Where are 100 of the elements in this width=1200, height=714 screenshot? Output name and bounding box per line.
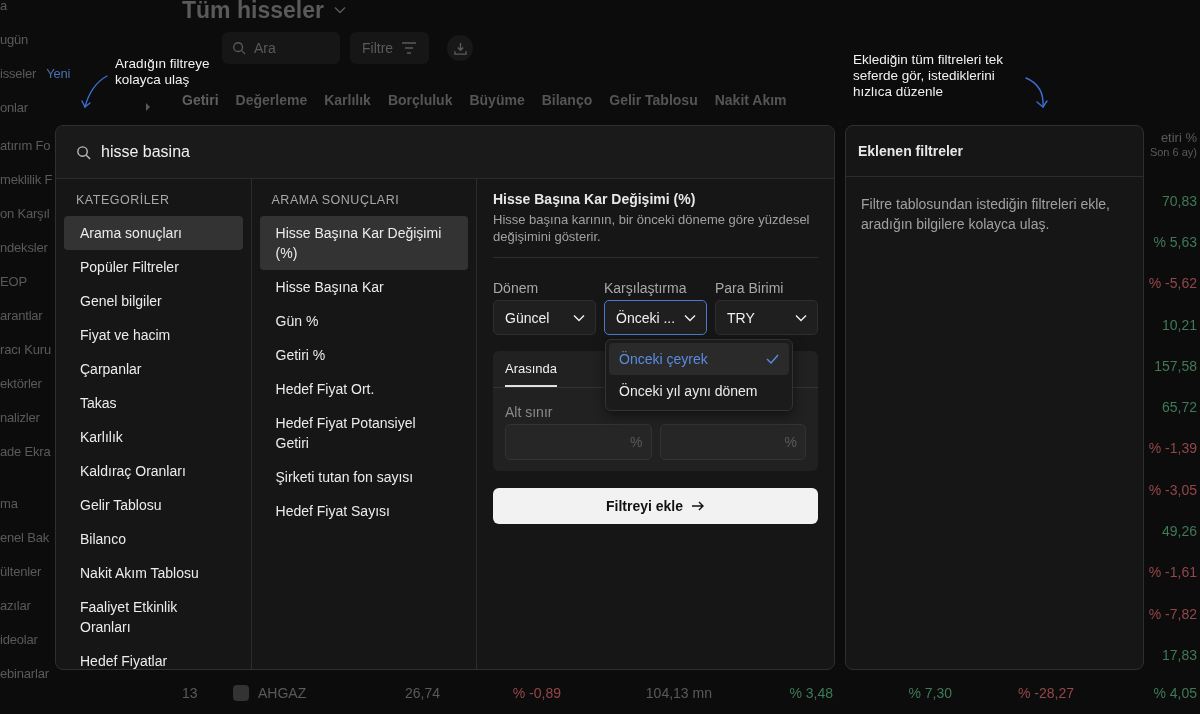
filter-description: Hisse başına karının, bir önceki döneme göre yüzdesel değişimini gösterir. — [493, 211, 818, 258]
search-field[interactable]: hisse basina — [101, 143, 701, 161]
tab[interactable]: Borçluluk — [387, 92, 453, 108]
select-field[interactable]: Güncel — [493, 300, 596, 335]
result-item[interactable]: Hedef Fiyat Ort. — [259, 372, 468, 406]
stock-logo-icon — [233, 684, 249, 701]
sidebar-item[interactable]: isseler — [0, 65, 37, 81]
sidebar-item[interactable]: EOP — [0, 273, 27, 289]
filter-title: Hisse Başına Kar Değişimi (%) — [493, 191, 697, 207]
sidebar-item[interactable]: ebinarlar — [0, 665, 49, 681]
section-heading: ARAMA SONUÇLARI — [270, 192, 401, 209]
table-cell-text: % 3,48 — [788, 684, 833, 701]
chevron-down-icon — [684, 313, 696, 322]
search-field[interactable]: Ara — [222, 32, 340, 64]
dropdown-option[interactable]: Önceki çeyrek — [609, 343, 789, 375]
search-icon — [76, 144, 91, 160]
category-item[interactable]: Çarpanlar — [64, 352, 243, 386]
sidebar-item[interactable]: ideolar — [0, 631, 38, 647]
tab[interactable]: Nakit Akım — [714, 92, 787, 108]
tab[interactable]: Gelir Tablosu — [609, 92, 698, 108]
tab[interactable]: Karlılık — [324, 92, 371, 108]
table-cell-text: % 4,05 — [1152, 684, 1197, 701]
select-label: Dönem — [493, 280, 540, 296]
input-field[interactable]: % — [505, 424, 652, 460]
table-cell-text: % 7,30 — [907, 684, 952, 701]
category-item[interactable]: Takas — [64, 386, 243, 420]
field-label: Alt sınır — [505, 404, 554, 421]
select-label: Karşılaştırma — [604, 280, 688, 296]
category-item[interactable]: Karlılık — [64, 420, 243, 454]
result-item[interactable]: Hedef Fiyat Sayısı — [259, 494, 468, 528]
category-item[interactable]: Hedef Fiyatlar — [64, 644, 243, 669]
sidebar-item[interactable]: ektörler — [0, 375, 42, 391]
category-item[interactable]: Popüler Filtreler — [64, 250, 243, 284]
table-cell-text: % -28,27 — [1016, 684, 1074, 701]
category-item[interactable]: Fiyat ve hacim — [64, 318, 243, 352]
category-item[interactable]: Faaliyet Etkinlik Oranları — [64, 590, 243, 644]
table-cell: 70,83 — [1161, 192, 1197, 209]
curved-arrow-icon — [80, 74, 110, 110]
table-cell: % -7,82 — [1148, 605, 1197, 622]
section-heading: KATEGORİLER — [75, 192, 171, 209]
result-item[interactable]: Şirketi tutan fon sayısı — [259, 460, 468, 494]
chevron-down-icon — [573, 313, 585, 322]
table-cell: % -5,62 — [1148, 275, 1197, 292]
category-item[interactable]: Arama sonuçları — [64, 216, 243, 250]
filter-icon — [401, 42, 418, 54]
sidebar-item[interactable]: ade Ekra — [0, 443, 51, 459]
stock-symbol: AHGAZ — [258, 684, 306, 701]
result-item[interactable]: Getiri % — [259, 338, 468, 372]
table-cell: % -1,61 — [1148, 564, 1197, 581]
result-item[interactable]: Hedef Fiyat Potansiyel Getiri — [259, 406, 468, 460]
tab[interactable]: Bilanço — [541, 92, 593, 108]
search-bar[interactable]: hisse basina — [56, 126, 834, 179]
sidebar-item[interactable]: meklilik F — [0, 171, 53, 187]
column-subheader: Son 6 ay) — [1149, 145, 1197, 160]
sidebar-item[interactable]: ugün — [0, 31, 29, 47]
tab[interactable]: Değerleme — [235, 92, 308, 108]
sidebar-item[interactable]: ma — [0, 495, 18, 511]
sidebar-item[interactable]: racı Kuru — [0, 341, 51, 357]
result-item[interactable]: Hisse Başına Kar — [259, 270, 468, 304]
sidebar-item[interactable]: a — [0, 0, 8, 13]
sidebar-item[interactable]: ndeksler — [0, 239, 48, 255]
curved-arrow-icon — [1024, 76, 1050, 110]
download-button[interactable] — [447, 35, 474, 61]
tab[interactable]: Arasında — [505, 351, 557, 387]
chevron-down-icon — [333, 6, 346, 14]
select-field[interactable]: TRY — [715, 300, 818, 335]
tab[interactable]: Büyüme — [469, 92, 525, 108]
category-item[interactable]: Kaldıraç Oranları — [64, 454, 243, 488]
row-number: 13 — [182, 684, 199, 701]
dropdown-option[interactable]: Önceki yıl aynı dönem — [609, 375, 789, 407]
download-icon — [453, 41, 467, 55]
category-item[interactable]: Nakit Akım Tablosu — [64, 556, 243, 590]
table-cell: 10,21 — [1161, 316, 1197, 333]
sidebar-item[interactable]: on Karşıl — [0, 205, 50, 221]
category-item[interactable]: Bilanco — [64, 522, 243, 556]
input-field[interactable]: % — [659, 424, 806, 460]
sidebar-item[interactable]: onlar — [0, 99, 28, 115]
select-label: Para Birimi — [715, 280, 785, 296]
sidebar-item[interactable]: atırım Fo — [0, 137, 51, 153]
column-header: etiri % — [1159, 130, 1197, 145]
filter-button[interactable]: Filtre — [350, 32, 430, 64]
result-item[interactable]: Gün % — [259, 304, 468, 338]
table-cell-text: % -0,89 — [511, 684, 561, 701]
table-cell-text: 26,74 — [403, 684, 440, 701]
sidebar-item[interactable]: nalizler — [0, 409, 40, 425]
hint-text: Aradığın filtreye kolayca ulaş — [115, 56, 211, 88]
sidebar-item[interactable]: azılar — [0, 597, 31, 613]
add-filter-button[interactable]: Filtreyi ekle — [493, 488, 818, 524]
sidebar-item[interactable]: ültenler — [0, 563, 42, 579]
empty-state-text: Filtre tablosundan istediğin filtreleri ekle, aradığın bilgilere kolayca ulaş. — [860, 195, 1111, 234]
table-cell: 157,58 — [1154, 357, 1197, 374]
tab[interactable]: Getiri — [182, 92, 219, 108]
category-item[interactable]: Gelir Tablosu — [64, 488, 243, 522]
table-cell: % -1,39 — [1148, 440, 1197, 457]
sidebar-item[interactable]: arantlar — [0, 307, 43, 323]
category-item[interactable]: Genel bilgiler — [64, 284, 243, 318]
sidebar-item[interactable]: enel Bak — [0, 529, 49, 545]
select-field[interactable]: Önceki ... — [604, 300, 707, 335]
chevron-down-icon — [795, 313, 807, 322]
result-item[interactable]: Hisse Başına Kar Değişimi (%) — [259, 216, 468, 270]
